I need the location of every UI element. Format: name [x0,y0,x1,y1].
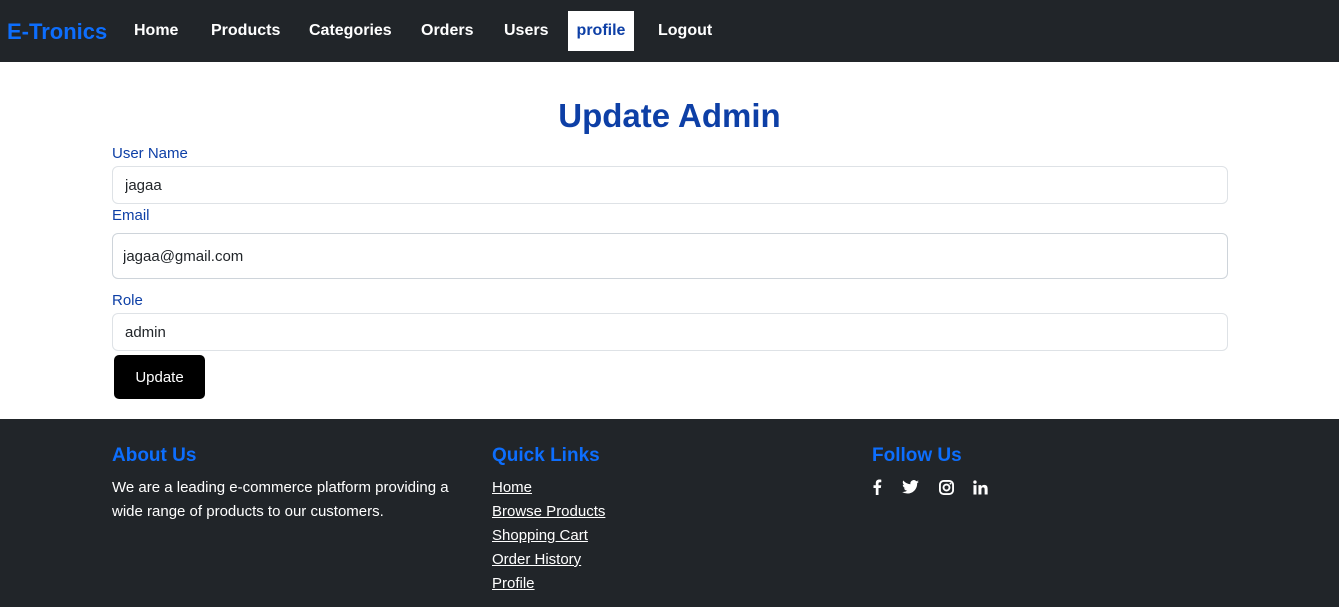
footer-link-home[interactable]: Home [492,478,532,498]
about-text: We are a leading e-commerce platform pro… [112,479,449,520]
username-label: User Name [112,145,188,162]
linkedin-icon[interactable] [971,478,989,496]
nav-products[interactable]: Products [203,11,288,51]
twitter-icon[interactable] [901,478,919,496]
footer-link-order-history[interactable]: Order History [492,550,581,570]
instagram-icon[interactable] [937,478,955,496]
top-navbar: E-Tronics Home Products Categories Order… [0,0,1339,62]
update-button[interactable]: Update [114,355,205,399]
follow-heading: Follow Us [872,445,962,466]
role-input[interactable] [112,313,1228,351]
username-input[interactable] [112,166,1228,204]
nav-home[interactable]: Home [126,11,186,51]
brand-logo[interactable]: E-Tronics [7,17,107,47]
update-admin-form: Update Admin User Name Email Role Update [0,62,1339,419]
facebook-icon[interactable] [868,478,886,496]
page-title: Update Admin [558,97,781,134]
email-label: Email [112,207,150,224]
nav-users[interactable]: Users [496,11,556,51]
footer-link-browse-products[interactable]: Browse Products [492,502,605,522]
nav-orders[interactable]: Orders [413,11,481,51]
about-heading: About Us [112,445,197,466]
nav-categories[interactable]: Categories [301,11,400,51]
role-label: Role [112,292,143,309]
nav-logout[interactable]: Logout [650,11,720,51]
quick-links-heading: Quick Links [492,445,600,466]
email-input[interactable] [112,233,1228,279]
nav-profile[interactable]: profile [568,11,634,51]
footer-link-shopping-cart[interactable]: Shopping Cart [492,526,588,546]
footer-link-profile[interactable]: Profile [492,574,535,594]
footer: About Us We are a leading e-commerce pla… [0,419,1339,607]
